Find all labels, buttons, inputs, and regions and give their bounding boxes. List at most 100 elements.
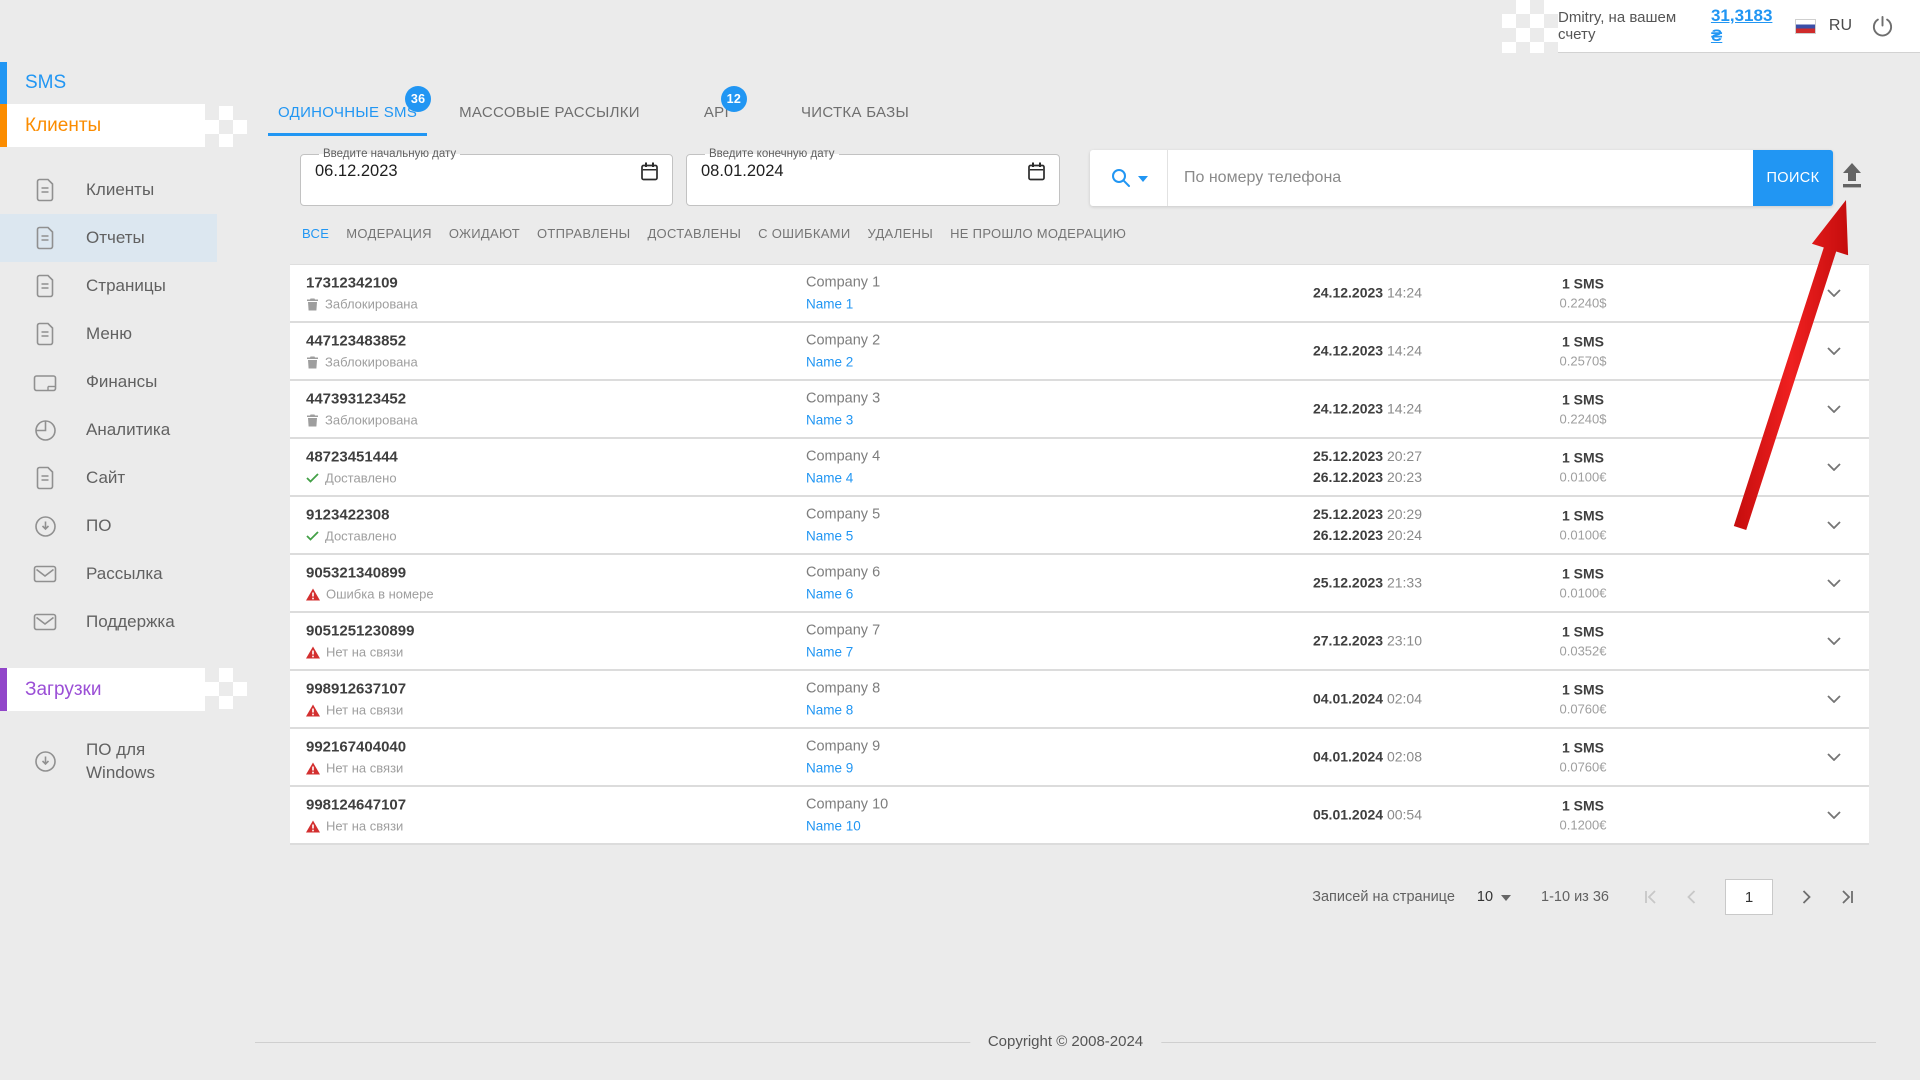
sidebar-item-analytics[interactable]: Аналитика (0, 406, 217, 454)
expand-chevron-icon[interactable] (1821, 457, 1847, 477)
filter-delivered[interactable]: ДОСТАВЛЕНЫ (647, 226, 741, 241)
start-date-label: Введите начальную дату (323, 148, 457, 160)
filter-deleted[interactable]: УДАЛЕНЫ (867, 226, 933, 241)
per-page-select[interactable]: 10 (1477, 889, 1512, 906)
sidebar-item-windows-software[interactable]: ПО для Windows (0, 728, 217, 794)
table-row[interactable]: 447393123452 Заблокирована Company 3 Nam… (290, 381, 1869, 439)
language-label[interactable]: RU (1829, 17, 1852, 35)
expand-chevron-icon[interactable] (1821, 399, 1847, 419)
last-page-icon[interactable] (1839, 888, 1857, 906)
section-accent-bar (0, 104, 7, 147)
expand-chevron-icon[interactable] (1821, 805, 1847, 825)
date-cell: 04.01.2024 02:08 (1312, 748, 1422, 765)
trash-icon (307, 356, 318, 368)
expand-chevron-icon[interactable] (1821, 515, 1847, 535)
phone-number: 447393123452 (306, 390, 407, 408)
tab-api[interactable]: API 12 (694, 86, 747, 136)
sender-name-link[interactable]: Name 7 (806, 645, 880, 660)
status-text: Заблокирована (325, 354, 418, 370)
table-row[interactable]: 998912637107 Нет на связи Company 8 Name… (290, 671, 1869, 729)
end-date-value[interactable]: 08.01.2024 (701, 162, 784, 181)
sender-name-link[interactable]: Name 6 (806, 587, 880, 602)
sidebar-item-label: Поддержка (86, 612, 175, 631)
sender-name-link[interactable]: Name 1 (806, 297, 880, 312)
table-row[interactable]: 447123483852 Заблокирована Company 2 Nam… (290, 323, 1869, 381)
sidebar-item-reports[interactable]: Отчеты (0, 214, 217, 262)
sender-name-link[interactable]: Name 8 (806, 703, 880, 718)
table-row[interactable]: 998124647107 Нет на связи Company 10 Nam… (290, 787, 1869, 845)
table-row[interactable]: 992167404040 Нет на связи Company 9 Name… (290, 729, 1869, 787)
tab-mass-mailing[interactable]: МАССОВЫЕ РАССЫЛКИ (449, 88, 650, 136)
filter-sent[interactable]: ОТПРАВЛЕНЫ (537, 226, 631, 241)
logout-button[interactable] (1871, 15, 1894, 38)
search-type-selector[interactable] (1090, 150, 1168, 206)
sender-name-link[interactable]: Name 2 (806, 355, 880, 370)
sender-name-link[interactable]: Name 5 (806, 529, 880, 544)
date-cell: 04.01.2024 02:04 (1312, 690, 1422, 707)
sms-count-cell: 1 SMS 0.2240$ (1559, 391, 1607, 427)
sidebar-section-sms[interactable]: SMS (0, 62, 205, 104)
table-row[interactable]: 9123422308 Доставлено Company 5 Name 5 2… (290, 497, 1869, 555)
warning-icon (306, 762, 320, 774)
records-range: 1-10 из 36 (1541, 889, 1609, 905)
check-icon (306, 473, 319, 483)
calendar-icon[interactable] (641, 162, 658, 181)
user-greeting: Dmitry, на вашем счету (1558, 9, 1677, 43)
sidebar-item-pages[interactable]: Страницы (0, 262, 217, 310)
sidebar-item-mailing[interactable]: Рассылка (0, 550, 217, 598)
filter-pending[interactable]: ОЖИДАЮТ (449, 226, 520, 241)
sidebar-item-menu[interactable]: Меню (0, 310, 217, 358)
next-page-icon[interactable] (1797, 888, 1815, 906)
sidebar-item-site[interactable]: Сайт (0, 454, 217, 502)
expand-chevron-icon[interactable] (1821, 747, 1847, 767)
sidebar-item-software[interactable]: ПО (0, 502, 217, 550)
sidebar-section-downloads[interactable]: Загрузки (0, 668, 205, 711)
filter-all[interactable]: ВСЕ (302, 226, 329, 241)
first-page-icon[interactable] (1641, 888, 1659, 906)
end-date-field[interactable]: Введите конечную дату 08.01.2024 (686, 148, 1060, 206)
expand-chevron-icon[interactable] (1821, 573, 1847, 593)
filter-errors[interactable]: С ОШИБКАМИ (758, 226, 850, 241)
sidebar-item-label: ПО (86, 516, 112, 535)
table-row[interactable]: 905321340899 Ошибка в номере Company 6 N… (290, 555, 1869, 613)
phone-number: 447123483852 (306, 332, 407, 350)
balance-link[interactable]: 31,3183 ₴ (1711, 6, 1782, 46)
table-row[interactable]: 9051251230899 Нет на связи Company 7 Nam… (290, 613, 1869, 671)
pagination-bar: Записей на странице 10 1-10 из 36 1 (290, 876, 1869, 918)
start-date-field[interactable]: Введите начальную дату 06.12.2023 (300, 148, 673, 206)
sender-name-link[interactable]: Name 10 (806, 819, 888, 834)
sidebar-item-label: Сайт (86, 468, 126, 487)
sidebar-item-clients[interactable]: Клиенты (0, 166, 217, 214)
company-label: Company 5 (806, 506, 881, 523)
expand-chevron-icon[interactable] (1821, 631, 1847, 651)
table-row[interactable]: 17312342109 Заблокирована Company 1 Name… (290, 265, 1869, 323)
tab-base-cleaning[interactable]: ЧИСТКА БАЗЫ (791, 88, 919, 136)
sms-report-table: 17312342109 Заблокирована Company 1 Name… (290, 264, 1869, 845)
start-date-value[interactable]: 06.12.2023 (315, 162, 398, 181)
sender-name-link[interactable]: Name 3 (806, 413, 880, 428)
table-row[interactable]: 48723451444 Доставлено Company 4 Name 4 … (290, 439, 1869, 497)
expand-chevron-icon[interactable] (1821, 341, 1847, 361)
company-label: Company 8 (806, 680, 881, 697)
upload-icon[interactable] (1840, 162, 1864, 195)
sidebar-section-clients[interactable]: Клиенты (0, 104, 205, 147)
company-label: Company 10 (806, 796, 889, 813)
current-page-input[interactable]: 1 (1725, 879, 1773, 915)
filter-moderation[interactable]: МОДЕРАЦИЯ (346, 226, 432, 241)
search-input[interactable] (1168, 150, 1753, 206)
date-cell: 25.12.2023 20:27 26.12.2023 20:23 (1312, 448, 1422, 485)
sidebar-item-finance[interactable]: Финансы (0, 358, 217, 406)
calendar-icon[interactable] (1028, 162, 1045, 181)
expand-chevron-icon[interactable] (1821, 283, 1847, 303)
expand-chevron-icon[interactable] (1821, 689, 1847, 709)
previous-page-icon[interactable] (1683, 888, 1701, 906)
filter-failed-moderation[interactable]: НЕ ПРОШЛО МОДЕРАЦИЮ (950, 226, 1126, 241)
tab-count-badge: 12 (720, 86, 747, 112)
search-button[interactable]: ПОИСК (1753, 150, 1833, 206)
sender-name-link[interactable]: Name 9 (806, 761, 880, 776)
sidebar-item-support[interactable]: Поддержка (0, 598, 217, 646)
sender-name-link[interactable]: Name 4 (806, 471, 880, 486)
document-icon (33, 322, 57, 346)
russian-flag-icon[interactable] (1794, 18, 1816, 34)
tab-single-sms[interactable]: ОДИНОЧНЫЕ SMS 36 (268, 86, 432, 136)
